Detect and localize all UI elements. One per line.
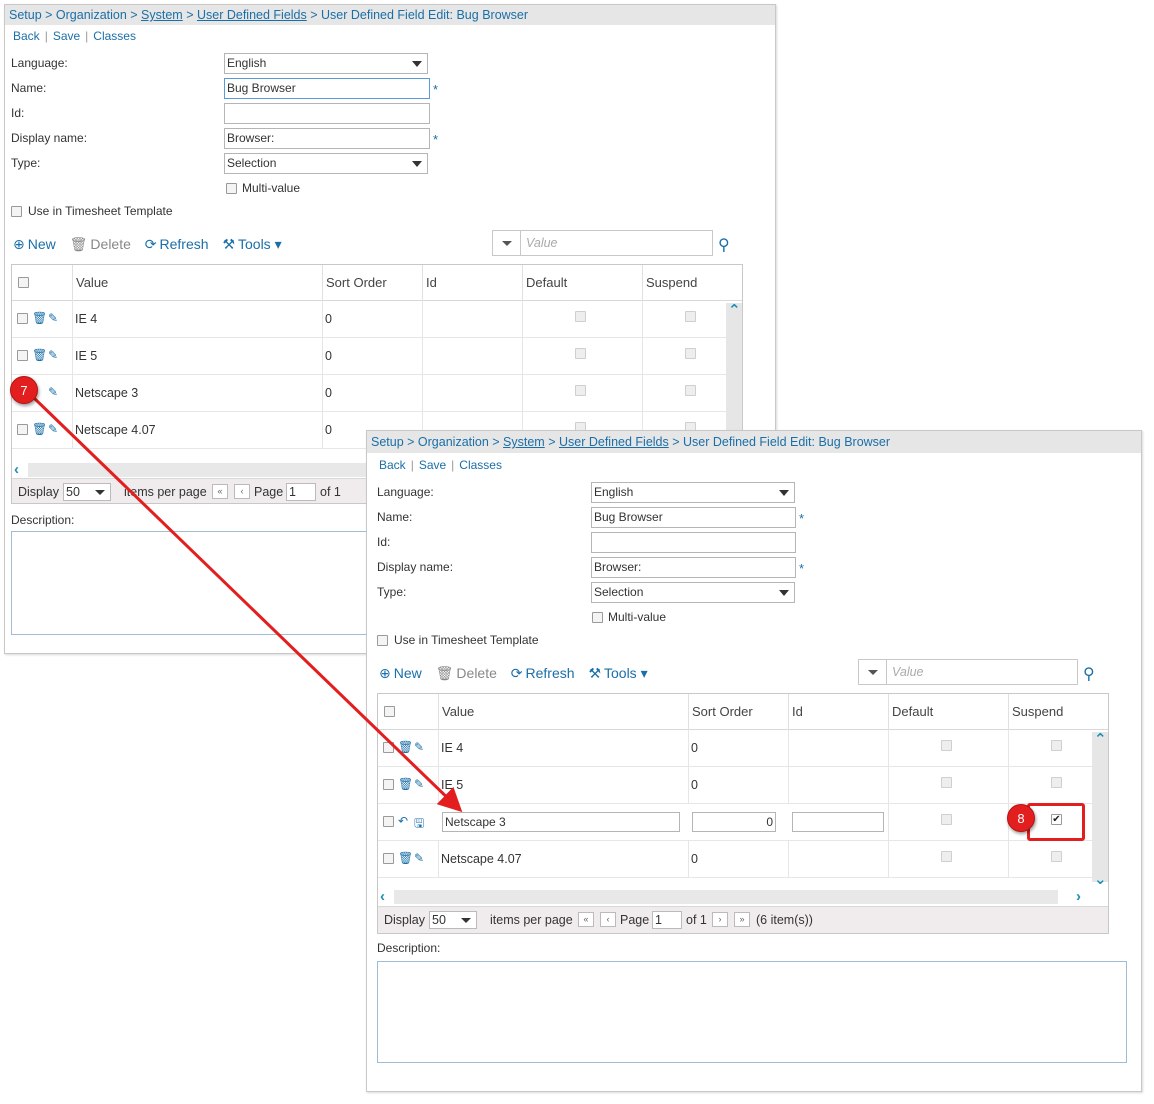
step-arrow <box>32 396 463 813</box>
step-7-callout: 7 <box>10 376 38 404</box>
annotation-arrow-layer <box>32 396 463 813</box>
step-8-callout: 8 <box>1007 804 1035 832</box>
